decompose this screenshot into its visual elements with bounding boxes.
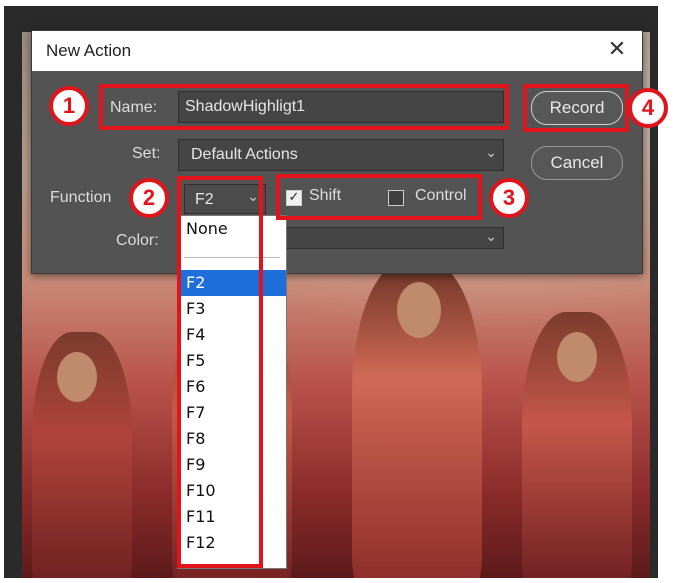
new-action-dialog: New Action ✕ Name: ShadowHighligt1 Set: …	[31, 30, 643, 274]
cancel-button[interactable]: Cancel	[531, 146, 623, 180]
dialog-titlebar: New Action ✕	[32, 31, 642, 71]
highlight-box-modifiers	[276, 174, 482, 220]
annotation-badge-3: 3	[489, 178, 529, 218]
annotation-badge-2: 2	[129, 178, 169, 218]
annotation-badge-1: 1	[49, 86, 89, 126]
function-label: Function	[50, 189, 112, 206]
highlight-box-name	[99, 84, 509, 130]
annotation-badge-4: 4	[628, 88, 668, 128]
set-label: Set:	[132, 145, 161, 162]
chevron-down-icon: ⌄	[485, 145, 497, 161]
chevron-down-icon: ⌄	[485, 229, 497, 245]
highlight-box-record	[523, 84, 629, 132]
set-select[interactable]: Default Actions ⌄	[178, 139, 504, 171]
dialog-title: New Action	[46, 41, 132, 60]
set-select-value: Default Actions	[191, 146, 298, 163]
color-label: Color:	[116, 232, 159, 249]
close-icon[interactable]: ✕	[604, 37, 630, 63]
highlight-box-function	[177, 176, 263, 568]
